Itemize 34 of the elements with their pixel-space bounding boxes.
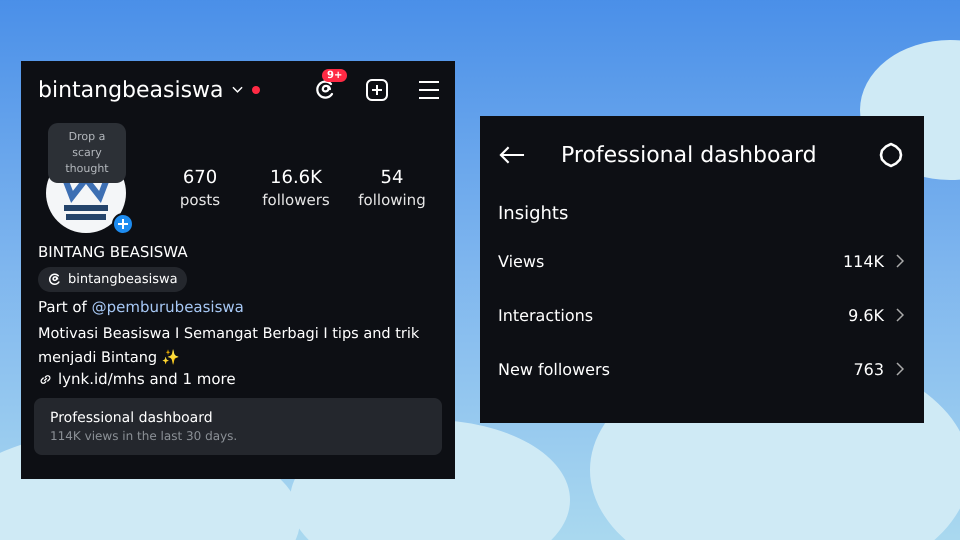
username[interactable]: bintangbeasiswa	[38, 78, 224, 102]
notification-badge: 9+	[322, 69, 348, 82]
threads-icon	[47, 272, 62, 287]
insight-row[interactable]: Interactions 9.6K	[498, 288, 904, 342]
account-link[interactable]: @pemburubeasiswa	[92, 298, 244, 316]
stat-count[interactable]: 54	[380, 167, 404, 188]
note-tooltip[interactable]: Drop a scary thought	[48, 123, 126, 183]
add-story-icon[interactable]	[112, 213, 134, 235]
stat-count[interactable]: 670	[182, 167, 218, 188]
chevron-down-icon[interactable]	[232, 86, 243, 94]
insight-row[interactable]: Views 114K	[498, 234, 904, 288]
part-of-text: Part of @pemburubeasiswa	[38, 297, 245, 318]
chevron-right-icon	[896, 308, 904, 322]
website-link[interactable]: lynk.id/mhs and 1 more	[58, 370, 236, 388]
dashboard-card[interactable]: Professional dashboard 114K views in the last 30 days.	[34, 398, 442, 455]
stat-count[interactable]: 16.6K	[270, 167, 322, 188]
chevron-right-icon	[896, 362, 904, 376]
add-post-icon[interactable]	[365, 78, 389, 102]
stat-label[interactable]: posts	[180, 191, 220, 209]
settings-icon[interactable]	[878, 142, 904, 168]
profile-name: BINTANG BEASISWA	[38, 243, 189, 261]
insight-row[interactable]: New followers 763	[498, 342, 904, 396]
back-arrow-icon[interactable]	[498, 145, 525, 165]
bio-text: Motivasi Beasiswa I Semangat Berbagi I tips and trik menjadi Bintang ✨	[38, 325, 420, 368]
section-heading: Insights	[498, 202, 570, 226]
page-title: Professional dashboard	[561, 142, 818, 168]
menu-icon[interactable]	[417, 78, 441, 102]
threads-handle-chip[interactable]: bintangbeasiswa	[38, 267, 187, 292]
stat-label[interactable]: following	[358, 191, 426, 209]
card-title: Professional dashboard	[50, 410, 214, 426]
card-subtitle: 114K views in the last 30 days.	[50, 429, 238, 443]
stat-label[interactable]: followers	[262, 191, 330, 209]
chevron-right-icon	[896, 254, 904, 268]
threads-handle: bintangbeasiswa	[68, 272, 178, 287]
